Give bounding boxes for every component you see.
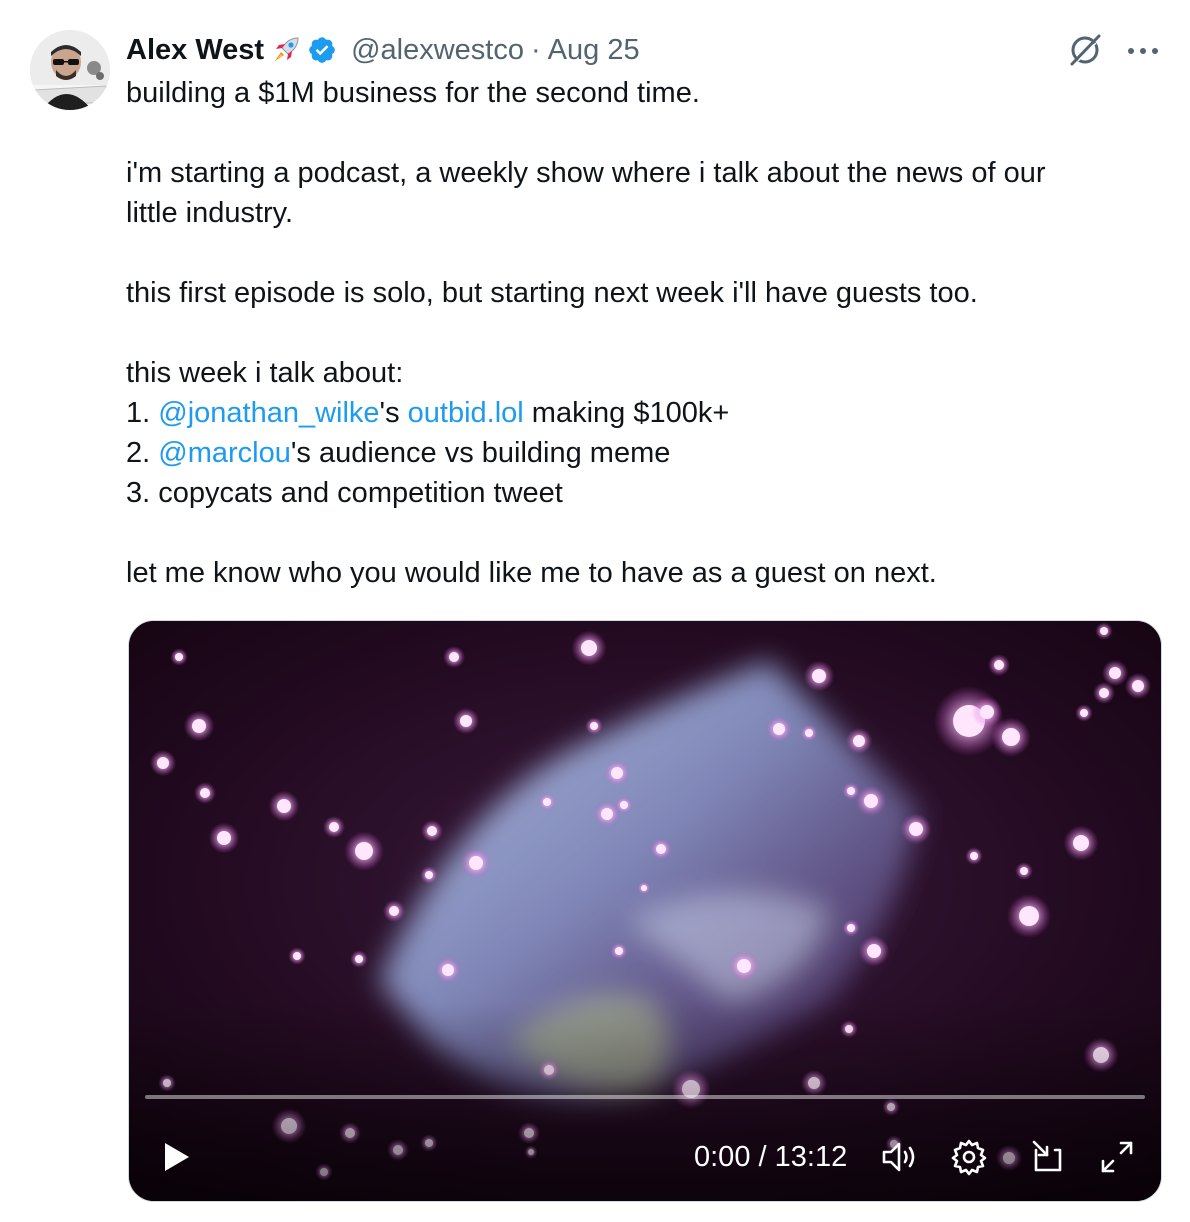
particle [615,947,623,955]
particle [847,787,855,795]
video-controls: 0:00 / 13:12 [129,1133,1161,1181]
particle [293,952,301,960]
particle [469,856,483,870]
duration: 13:12 [774,1141,848,1173]
author-name[interactable]: Alex West [126,34,264,67]
particle [427,826,437,836]
particle [601,808,613,820]
tweet-actions [1066,30,1160,74]
particle [217,831,231,845]
particle [277,799,291,813]
more-icon[interactable] [1126,43,1160,61]
particle [641,885,647,891]
particle [460,715,472,727]
particle [157,757,169,769]
particle [847,924,855,932]
particle [425,871,433,879]
particle [970,852,978,860]
list-text: 's [379,397,408,429]
particle [329,822,339,832]
particle [611,767,623,779]
particle [1132,680,1144,692]
tweet-line: this week i talk about: [126,357,404,389]
list-text: making $100k+ [523,397,730,429]
url-link-outbid[interactable]: outbid.lol [408,397,524,429]
particle [864,794,878,808]
mention-link-marclou[interactable]: @marclou [158,437,291,469]
mention-link-jonathan-wilke[interactable]: @jonathan_wilke [158,397,379,429]
particle [389,906,399,916]
list-number: 2. [126,437,159,469]
particle [581,640,597,656]
particle [1019,906,1039,926]
particle [355,955,363,963]
particle [737,959,751,973]
video-frame [129,621,1161,1201]
verified-badge-icon[interactable] [307,35,337,65]
grok-icon[interactable] [1066,31,1104,74]
list-item: 1. @jonathan_wilke's outbid.lol making $… [126,393,1166,433]
avatar[interactable] [30,30,110,110]
settings-icon[interactable] [949,1137,989,1182]
list-text: 's audience vs building meme [290,437,671,469]
particle [812,669,826,683]
tweet-line: this first episode is solo, but starting… [126,277,978,309]
particle [1073,835,1089,851]
list-number: 1. [126,397,159,429]
particle [909,822,923,836]
particle [994,660,1004,670]
rocket-icon [271,35,301,65]
particle [355,842,373,860]
tweet-header: Alex West @alexwestco · Aug 25 [126,30,640,70]
particle [853,735,865,747]
author-handle[interactable]: @alexwestco [351,34,524,67]
particle [590,722,598,730]
particle [449,652,459,662]
tweet-text: building a $1M business for the second t… [126,73,1166,593]
particle [980,705,994,719]
pip-icon[interactable] [1027,1137,1067,1182]
particle [1099,688,1109,698]
tweet-line: i'm starting a podcast, a weekly show wh… [126,157,1046,189]
particle [1002,728,1020,746]
particle [805,729,813,737]
particle [192,719,206,733]
particle [773,723,785,735]
particle [1109,667,1121,679]
time-separator: / [750,1141,775,1173]
tweet-line: building a $1M business for the second t… [126,77,700,109]
particle [200,788,210,798]
video-timer: 0:00 / 13:12 [694,1139,847,1175]
volume-icon[interactable] [879,1137,919,1182]
play-icon[interactable] [159,1139,193,1180]
particle [1080,709,1088,717]
particle [175,653,183,661]
avatar-image [30,30,110,110]
tweet-line: little industry. [126,197,294,229]
separator-dot: · [530,33,541,66]
video-progress-bar[interactable] [145,1095,1145,1099]
list-item: 2. @marclou's audience vs building meme [126,433,1166,473]
current-time: 0:00 [694,1141,751,1173]
video-player[interactable]: 0:00 / 13:12 [128,620,1162,1202]
particle [442,964,454,976]
list-item: 3. copycats and competition tweet [126,477,563,509]
particle [867,944,881,958]
particle [620,801,628,809]
particle [543,798,551,806]
particle [656,844,666,854]
post-date[interactable]: Aug 25 [548,34,640,67]
tweet-line: let me know who you would like me to hav… [126,557,937,589]
particle [1100,627,1108,635]
particle [1020,867,1028,875]
fullscreen-icon[interactable] [1097,1137,1137,1182]
